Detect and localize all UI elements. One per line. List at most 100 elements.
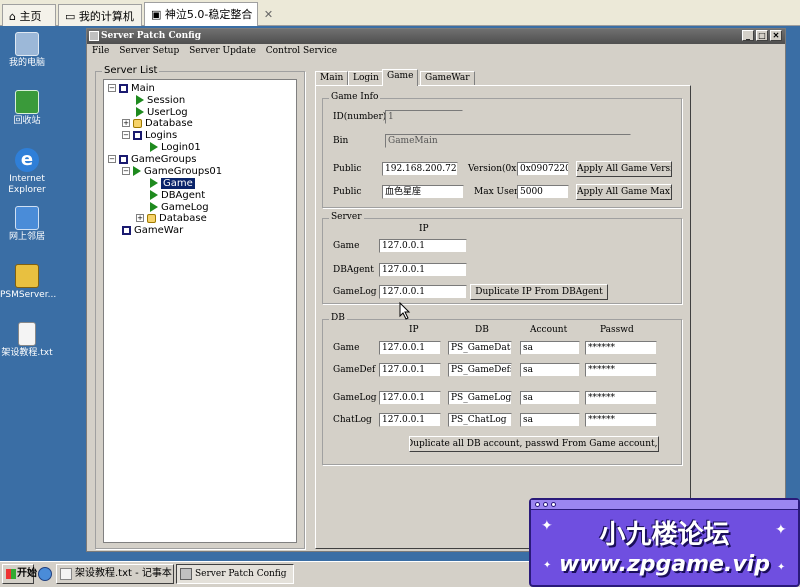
- desktop-icon-recycle-bin[interactable]: 回收站: [0, 90, 54, 127]
- db-passwd-input[interactable]: ******: [585, 363, 657, 377]
- db-ip-input[interactable]: 127.0.0.1: [379, 413, 441, 427]
- tree-node-gamegroups[interactable]: − GameGroups: [108, 154, 196, 166]
- server-ip-input[interactable]: 127.0.0.1: [379, 239, 467, 253]
- server-ip-input[interactable]: 127.0.0.1: [379, 285, 467, 299]
- collapse-icon[interactable]: −: [122, 167, 130, 175]
- db-passwd-input[interactable]: ******: [585, 341, 657, 355]
- expand-icon[interactable]: +: [122, 119, 130, 127]
- notepad-icon: [60, 568, 72, 580]
- desktop-icon-txt[interactable]: 架设教程.txt: [0, 322, 54, 359]
- desktop-icon-label: 架设教程.txt: [1, 348, 53, 358]
- minimize-button[interactable]: _: [742, 30, 754, 41]
- server-row-label: GameLog: [333, 287, 377, 297]
- db-account-input[interactable]: sa: [520, 413, 580, 427]
- tab-login[interactable]: Login: [348, 71, 384, 85]
- forum-watermark: ✦ ✦ ✦ ✦ 小九楼论坛 www.zpgame.vip: [529, 498, 800, 587]
- db-passwd-header: Passwd: [600, 325, 634, 335]
- windows-logo-icon: [6, 569, 16, 579]
- tree-node-gamewar[interactable]: GameWar: [122, 225, 183, 237]
- db-account-input[interactable]: sa: [520, 363, 580, 377]
- tree-node-label: GameGroups01: [144, 166, 223, 177]
- tab-vm[interactable]: ▣ 神泣5.0-稳定整合 ✕: [144, 2, 273, 26]
- db-account-input[interactable]: sa: [520, 391, 580, 405]
- tab-game[interactable]: Game: [382, 69, 419, 86]
- menu-server-setup[interactable]: Server Setup: [119, 46, 179, 56]
- db-name-input[interactable]: PS_ChatLog: [448, 413, 512, 427]
- service-arrow-icon: [150, 142, 158, 152]
- desktop-icon-label: 回收站: [13, 116, 41, 126]
- maximize-button[interactable]: □: [756, 30, 768, 41]
- quick-launch-icon[interactable]: [38, 567, 52, 581]
- menu-control-service[interactable]: Control Service: [266, 46, 337, 56]
- tab-vm-label: 神泣5.0-稳定整合: [164, 8, 253, 21]
- collapse-icon[interactable]: −: [122, 131, 130, 139]
- desktop-icon-psmserver[interactable]: PSMServer...: [0, 264, 56, 301]
- desktop-icon-my-computer[interactable]: 我的电脑: [0, 32, 54, 69]
- service-arrow-icon: [150, 202, 158, 212]
- desktop-icon-ie[interactable]: e Internet Explorer: [0, 148, 54, 196]
- db-ip-input[interactable]: 127.0.0.1: [379, 341, 441, 355]
- apply-all-maxuser-button[interactable]: Apply All Game MaxUser: [576, 184, 672, 200]
- taskbar-item-notepad[interactable]: 架设教程.txt - 记事本: [56, 564, 174, 584]
- tree-node-database-group[interactable]: + Database: [136, 213, 207, 225]
- db-ip-input[interactable]: 127.0.0.1: [379, 391, 441, 405]
- menu-server-update[interactable]: Server Update: [189, 46, 256, 56]
- service-arrow-icon: [150, 190, 158, 200]
- expand-icon[interactable]: +: [136, 214, 144, 222]
- tab-home-label: 主页: [19, 10, 42, 23]
- server-tree[interactable]: − Main Session UserLog + Database − Logins …: [103, 79, 297, 543]
- server-ip-input[interactable]: 127.0.0.1: [379, 263, 467, 277]
- home-icon: ⌂: [9, 10, 16, 23]
- server-group-icon: [133, 130, 142, 140]
- server-list-group: Server List − Main Session UserLog + Datab…: [95, 65, 305, 549]
- watermark-url: www.zpgame.vip: [559, 552, 770, 577]
- tree-node-label: GameWar: [134, 225, 184, 236]
- close-icon[interactable]: ✕: [264, 8, 273, 21]
- watermark-title: 小九楼论坛: [599, 520, 730, 550]
- db-label: DB: [329, 313, 347, 323]
- tab-my-computer[interactable]: ▭ 我的计算机: [58, 4, 142, 26]
- tab-home[interactable]: ⌂ 主页: [2, 4, 56, 26]
- close-button[interactable]: ✕: [770, 30, 782, 41]
- db-passwd-input[interactable]: ******: [585, 413, 657, 427]
- apply-all-version-button[interactable]: Apply All Game Version: [576, 161, 672, 177]
- db-ip-input[interactable]: 127.0.0.1: [379, 363, 441, 377]
- service-arrow-icon: [150, 178, 158, 188]
- tree-node-session[interactable]: Session: [136, 95, 185, 107]
- tree-node-login01[interactable]: Login01: [150, 142, 201, 154]
- tree-node-label: Main: [131, 83, 155, 94]
- max-user-input[interactable]: 5000: [517, 185, 569, 199]
- desktop-icon-network[interactable]: 网上邻居: [0, 206, 54, 243]
- recycle-bin-icon: [15, 90, 39, 114]
- tree-node-logins[interactable]: − Logins: [122, 130, 177, 142]
- db-name-input[interactable]: PS_GameData: [448, 341, 512, 355]
- computer-icon: ▭: [65, 10, 76, 23]
- tab-main[interactable]: Main: [315, 71, 349, 85]
- taskbar-item-server-patch-config[interactable]: Server Patch Config: [176, 564, 294, 584]
- db-passwd-input[interactable]: ******: [585, 391, 657, 405]
- collapse-icon[interactable]: −: [108, 84, 116, 92]
- menu-file[interactable]: File: [92, 46, 109, 56]
- tree-node-gamegroups01[interactable]: − GameGroups01: [122, 166, 222, 178]
- version-input[interactable]: 0x09072200: [517, 162, 569, 176]
- db-name-input[interactable]: PS_GameDefs: [448, 363, 512, 377]
- tab-label: Login: [353, 73, 379, 83]
- server-group-icon: [119, 154, 128, 164]
- vm-icon: ▣: [151, 8, 162, 21]
- tree-node-dbagent[interactable]: DBAgent: [150, 190, 205, 202]
- tree-node-database-main[interactable]: + Database: [122, 118, 193, 130]
- dot-icon: [551, 502, 556, 507]
- public-ip-input[interactable]: 192.168.200.72: [382, 162, 458, 176]
- db-account-input[interactable]: sa: [520, 341, 580, 355]
- tree-node-game[interactable]: Game: [150, 178, 195, 190]
- collapse-icon[interactable]: −: [108, 155, 116, 163]
- tree-node-main[interactable]: − Main: [108, 83, 155, 95]
- window-title-bar[interactable]: Server Patch Config _ □ ✕: [87, 29, 785, 44]
- db-name-input[interactable]: PS_GameLog: [448, 391, 512, 405]
- start-button[interactable]: 开始: [2, 564, 37, 584]
- tab-gamewar[interactable]: GameWar: [420, 71, 475, 85]
- internet-explorer-icon: e: [15, 148, 39, 172]
- duplicate-db-account-button[interactable]: Duplicate all DB account, passwd From Ga…: [409, 436, 659, 452]
- public-name-input[interactable]: 血色星座: [382, 185, 464, 199]
- duplicate-ip-button[interactable]: Duplicate IP From DBAgent: [470, 284, 608, 300]
